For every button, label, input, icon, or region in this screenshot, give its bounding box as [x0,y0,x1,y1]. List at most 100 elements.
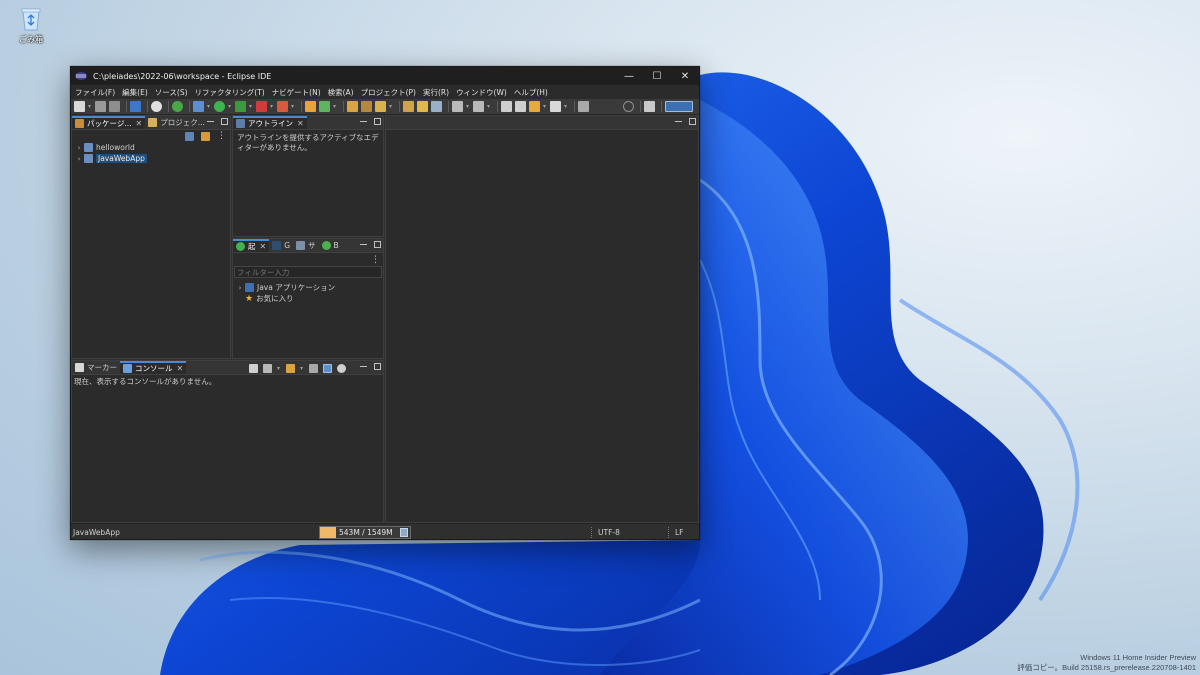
last-edit-icon[interactable] [501,101,512,112]
skip-breakpoints-icon[interactable] [172,101,183,112]
external-tools-dropdown-icon[interactable]: ▾ [270,101,274,112]
minimize-panel-icon[interactable] [360,241,367,245]
close-tab-icon[interactable]: ✕ [297,119,304,128]
back-dropdown-icon[interactable]: ▾ [543,101,547,112]
pin-console-icon[interactable] [323,364,332,373]
save-all-icon[interactable] [109,101,120,112]
debug-dropdown-icon[interactable]: ▾ [207,101,211,112]
maximize-button[interactable]: ☐ [643,67,671,85]
java-ee-perspective-icon[interactable] [665,101,693,112]
pen-dropdown-icon[interactable]: ▾ [389,101,393,112]
open-perspective-icon[interactable] [644,101,655,112]
maximize-panel-icon[interactable] [374,118,381,125]
prev-annotation-icon[interactable] [473,101,484,112]
view-menu-icon[interactable]: ⋮ [217,131,226,141]
save-icon[interactable] [95,101,106,112]
close-tab-icon[interactable]: ✕ [177,364,184,373]
copy-icon[interactable] [309,364,318,373]
new-console-icon[interactable] [286,364,295,373]
open-type-icon[interactable] [347,101,358,112]
menu-file[interactable]: ファイル(F) [74,87,121,98]
link-with-editor-icon[interactable] [201,131,210,141]
tab-markers[interactable]: マーカー [72,361,120,374]
tab-launch[interactable]: 起 ✕ [233,239,270,252]
view-menu-icon[interactable]: ⋮ [371,255,380,265]
terminal-icon[interactable] [130,101,141,112]
new-dropdown-icon[interactable]: ▾ [88,101,92,112]
menu-edit[interactable]: 編集(E) [121,87,154,98]
debug-icon[interactable] [193,101,204,112]
forward-arrow-icon[interactable] [550,101,561,112]
new-package-icon[interactable] [319,101,330,112]
next-annotation-dropdown-icon[interactable]: ▾ [466,101,470,112]
tree-item-java-application[interactable]: › Java アプリケーション [233,282,383,293]
heap-status[interactable]: 543M / 1549M [319,526,411,539]
tab-package-explorer[interactable]: パッケージ... ✕ [72,116,146,129]
expand-chevron-icon[interactable]: › [74,155,84,163]
display-console-icon[interactable] [263,364,272,373]
open-task-icon[interactable] [361,101,372,112]
expand-chevron-icon[interactable]: › [235,284,245,292]
tab-g[interactable]: G [269,239,293,252]
tab-outline[interactable]: アウトライン ✕ [233,116,307,129]
display-console-dropdown-icon[interactable]: ▾ [277,363,281,374]
run-dropdown-icon[interactable]: ▾ [228,101,232,112]
back-arrow-icon[interactable] [515,101,526,112]
tab-b[interactable]: B [319,239,342,252]
new-console-dropdown-icon[interactable]: ▾ [300,363,304,374]
menu-window[interactable]: ウィンドウ(W) [455,87,513,98]
menu-run[interactable]: 実行(R) [422,87,455,98]
close-button[interactable]: ✕ [671,67,699,85]
menu-source[interactable]: ソース(S) [154,87,194,98]
new-java-project-icon[interactable] [305,101,316,112]
menu-help[interactable]: ヘルプ(H) [513,87,554,98]
minimize-panel-icon[interactable] [207,118,214,122]
new-icon[interactable] [74,101,85,112]
server-icon[interactable] [277,101,288,112]
next-annotation-icon[interactable] [452,101,463,112]
server-dropdown-icon[interactable]: ▾ [291,101,295,112]
external-tools-icon[interactable] [256,101,267,112]
close-tab-icon[interactable]: ✕ [260,242,267,251]
maximize-panel-icon[interactable] [221,118,228,125]
tab-s[interactable]: サ [293,239,319,252]
forward-dropdown-icon[interactable]: ▾ [564,101,568,112]
menu-project[interactable]: プロジェクト(P) [360,87,422,98]
pin-editor-icon[interactable] [578,101,589,112]
open-console-icon[interactable] [249,364,258,373]
menu-search[interactable]: 検索(A) [327,87,360,98]
prev-annotation-dropdown-icon[interactable]: ▾ [487,101,491,112]
tree-item-favorites[interactable]: ★ お気に入り [233,293,383,304]
minimize-panel-icon[interactable] [360,118,367,122]
title-bar[interactable]: C:\pleiades\2022-06\workspace - Eclipse … [71,67,699,85]
editor-area[interactable] [385,115,699,523]
collapse-all-icon[interactable] [185,131,194,141]
run-icon[interactable] [214,101,225,112]
settings-icon[interactable] [151,101,162,112]
tree-item-javawebapp[interactable]: › JavaWebApp [72,153,230,164]
block-selection-icon[interactable] [431,101,442,112]
close-tab-icon[interactable]: ✕ [136,119,143,128]
search-icon[interactable] [623,101,634,112]
coverage-dropdown-icon[interactable]: ▾ [249,101,253,112]
pen-icon[interactable] [375,101,386,112]
new-package-dropdown-icon[interactable]: ▾ [333,101,337,112]
maximize-panel-icon[interactable] [374,363,381,370]
minimize-panel-icon[interactable] [675,118,682,122]
minimize-panel-icon[interactable] [360,363,367,367]
mark-occurrences-icon[interactable] [417,101,428,112]
menu-refactor[interactable]: リファクタリング(T) [194,87,271,98]
console-settings-icon[interactable] [337,364,346,373]
search-toolbar-icon[interactable] [403,101,414,112]
tree-item-helloworld[interactable]: › helloworld [72,142,230,153]
coverage-icon[interactable] [235,101,246,112]
filter-input[interactable] [234,266,382,278]
maximize-panel-icon[interactable] [689,118,696,125]
maximize-panel-icon[interactable] [374,241,381,248]
back-orange-icon[interactable] [529,101,540,112]
garbage-collect-icon[interactable] [400,528,408,537]
menu-navigate[interactable]: ナビゲート(N) [271,87,327,98]
recycle-bin[interactable]: ごみ箱 [14,6,48,45]
tab-console[interactable]: コンソール ✕ [120,361,187,374]
minimize-button[interactable]: — [615,67,643,85]
